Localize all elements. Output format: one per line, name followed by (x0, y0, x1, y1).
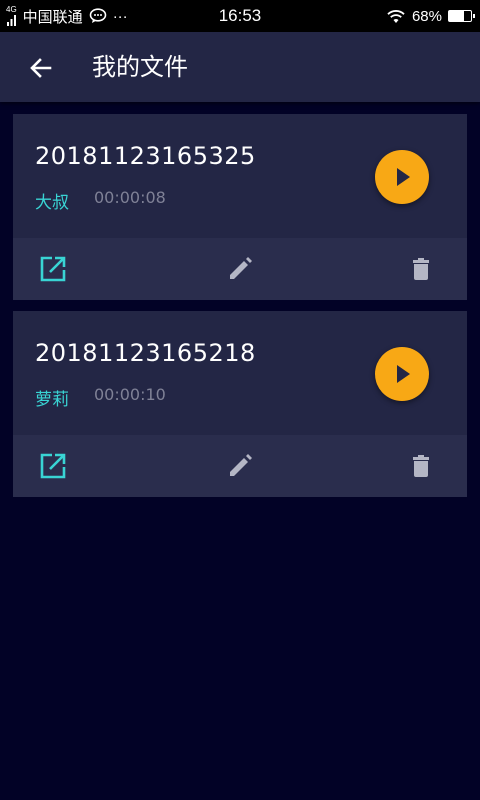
battery-icon (448, 10, 475, 22)
share-icon (40, 453, 66, 479)
file-card: 20181123165325 大叔 00:00:08 (13, 114, 467, 300)
file-duration: 00:00:10 (94, 385, 166, 404)
file-card-body[interactable]: 20181123165325 大叔 00:00:08 (13, 114, 467, 238)
delete-button[interactable] (404, 449, 438, 483)
status-bar: 4G 中国联通 ··· 16:53 68% (0, 0, 480, 32)
file-card-body[interactable]: 20181123165218 萝莉 00:00:10 (13, 311, 467, 435)
delete-icon (413, 258, 429, 280)
file-name: 20181123165325 (35, 142, 256, 170)
delete-button[interactable] (404, 252, 438, 286)
play-button[interactable] (375, 150, 429, 204)
file-card: 20181123165218 萝莉 00:00:10 (13, 311, 467, 497)
delete-icon (413, 455, 429, 477)
battery-level (449, 11, 464, 21)
page-title: 我的文件 (92, 53, 188, 81)
play-icon (397, 365, 410, 383)
edit-icon (230, 454, 252, 476)
back-button[interactable] (26, 53, 56, 83)
share-button[interactable] (36, 449, 70, 483)
edit-button[interactable] (223, 449, 257, 483)
voice-label: 萝莉 (35, 390, 69, 410)
play-button[interactable] (375, 347, 429, 401)
play-icon (397, 168, 410, 186)
file-actions (13, 435, 467, 497)
share-button[interactable] (36, 252, 70, 286)
share-icon (40, 256, 66, 282)
file-name: 20181123165218 (35, 339, 256, 367)
status-right: 68% (386, 0, 475, 32)
wifi-icon (387, 10, 405, 23)
voice-label: 大叔 (35, 193, 69, 213)
battery-percent: 68% (411, 7, 442, 25)
edit-icon (230, 257, 252, 279)
file-actions (13, 238, 467, 300)
app-bar: 我的文件 (0, 32, 480, 102)
arrow-left-icon (30, 58, 52, 78)
edit-button[interactable] (223, 252, 257, 286)
file-duration: 00:00:08 (94, 188, 166, 207)
